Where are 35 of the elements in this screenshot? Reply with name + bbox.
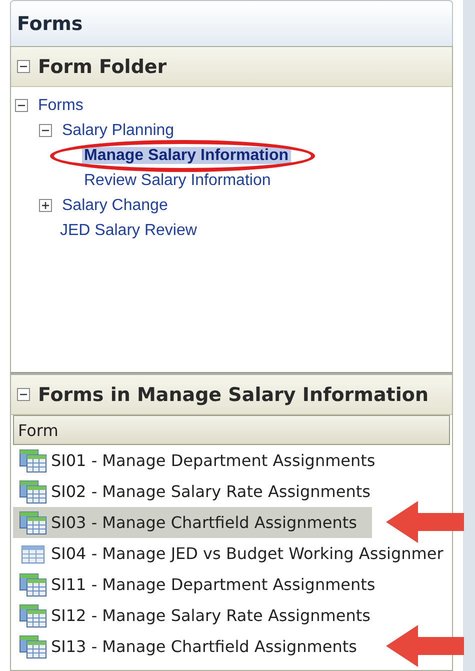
panel-title: Form Folder [38, 56, 167, 78]
form-name: SI03 - Manage Chartfield Assignments [51, 513, 357, 532]
form-name: SI01 - Manage Department Assignments [51, 451, 376, 470]
tree-item[interactable]: Review Salary Information [82, 172, 273, 188]
window-title: Forms [10, 0, 453, 46]
collapse-icon[interactable] [15, 99, 28, 112]
grid-stack-icon [19, 572, 47, 596]
form-row[interactable]: SI12 - Manage Salary Rate Assignments [13, 600, 450, 631]
grid-stack-icon [19, 634, 47, 658]
form-name: SI12 - Manage Salary Rate Assignments [51, 606, 370, 625]
collapse-icon[interactable] [17, 388, 30, 401]
grid-stack-icon [19, 448, 47, 472]
grid-stack-icon [19, 510, 47, 534]
collapse-icon[interactable] [39, 124, 52, 137]
form-name: SI02 - Manage Salary Rate Assignments [51, 482, 370, 501]
form-row[interactable]: SI11 - Manage Department Assignments [13, 569, 450, 600]
tree-item[interactable]: Salary Planning [60, 122, 176, 138]
form-row[interactable]: SI04 - Manage JED vs Budget Working Assignmer [13, 538, 450, 569]
tree-item[interactable]: Forms [36, 96, 86, 114]
form-name: SI04 - Manage JED vs Budget Working Assignmer [51, 544, 444, 563]
tree-item[interactable]: Salary Change [60, 196, 170, 214]
form-row[interactable]: SI02 - Manage Salary Rate Assignments [13, 476, 450, 507]
form-name: SI11 - Manage Department Assignments [51, 575, 376, 594]
grid-stack-icon [19, 480, 47, 504]
form-row[interactable]: SI13 - Manage Chartfield Assignments [13, 631, 372, 662]
form-row[interactable]: SI03 - Manage Chartfield Assignments [13, 507, 372, 538]
grid-stack-icon [19, 604, 47, 628]
expand-icon[interactable] [39, 199, 52, 212]
collapse-icon[interactable] [17, 60, 30, 73]
form-row[interactable]: SI01 - Manage Department Assignments [13, 445, 450, 476]
tree-item[interactable]: JED Salary Review [58, 222, 199, 238]
column-header[interactable]: Form [13, 415, 450, 445]
form-name: SI13 - Manage Chartfield Assignments [51, 637, 357, 656]
tree-item[interactable]: Manage Salary Information [82, 146, 290, 164]
panel-title: Forms in Manage Salary Information [38, 384, 428, 406]
